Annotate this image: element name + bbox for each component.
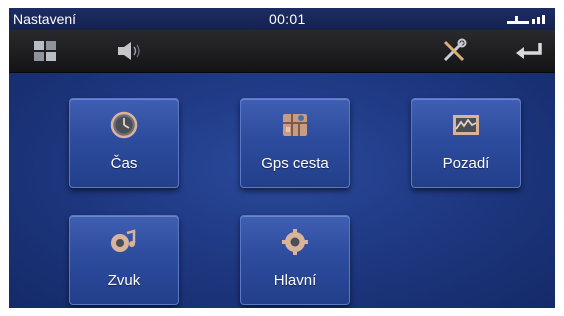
- tile-label: Gps cesta: [261, 155, 329, 172]
- grid-icon: [34, 41, 56, 61]
- gps-path-button[interactable]: Gps cesta: [240, 98, 350, 188]
- background-button[interactable]: Pozadí: [411, 98, 521, 188]
- menu-button[interactable]: [27, 34, 63, 68]
- clock: 00:01: [269, 11, 306, 27]
- status-bar: Nastavení 00:01: [9, 8, 555, 30]
- settings-panel: Čas Gps cesta Pozadí Zvuk Hlavní: [9, 73, 555, 308]
- return-arrow-icon: [516, 43, 542, 59]
- gear-icon: [279, 228, 311, 256]
- tile-label: Čas: [110, 155, 138, 172]
- tile-label: Hlavní: [273, 272, 317, 289]
- tools-icon: [443, 38, 467, 62]
- toolbar: [9, 30, 555, 73]
- tile-label: Pozadí: [442, 155, 490, 172]
- signal-strength-icon: [507, 15, 545, 24]
- general-settings-button[interactable]: Hlavní: [240, 215, 350, 305]
- sound-button[interactable]: Zvuk: [69, 215, 179, 305]
- clock-icon: [108, 111, 140, 139]
- volume-button[interactable]: [111, 34, 147, 68]
- wallpaper-icon: [450, 111, 482, 139]
- speaker-icon: [118, 42, 140, 60]
- time-settings-button[interactable]: Čas: [69, 98, 179, 188]
- tools-button[interactable]: [436, 34, 472, 68]
- sound-icon: [108, 228, 140, 256]
- back-button[interactable]: [511, 34, 547, 68]
- tile-label: Zvuk: [107, 272, 141, 289]
- screen-title: Nastavení: [13, 11, 77, 27]
- gps-map-icon: [279, 111, 311, 139]
- device-screen: Nastavení 00:01 Čas Gps cesta Pozadí Zvu…: [9, 8, 555, 308]
